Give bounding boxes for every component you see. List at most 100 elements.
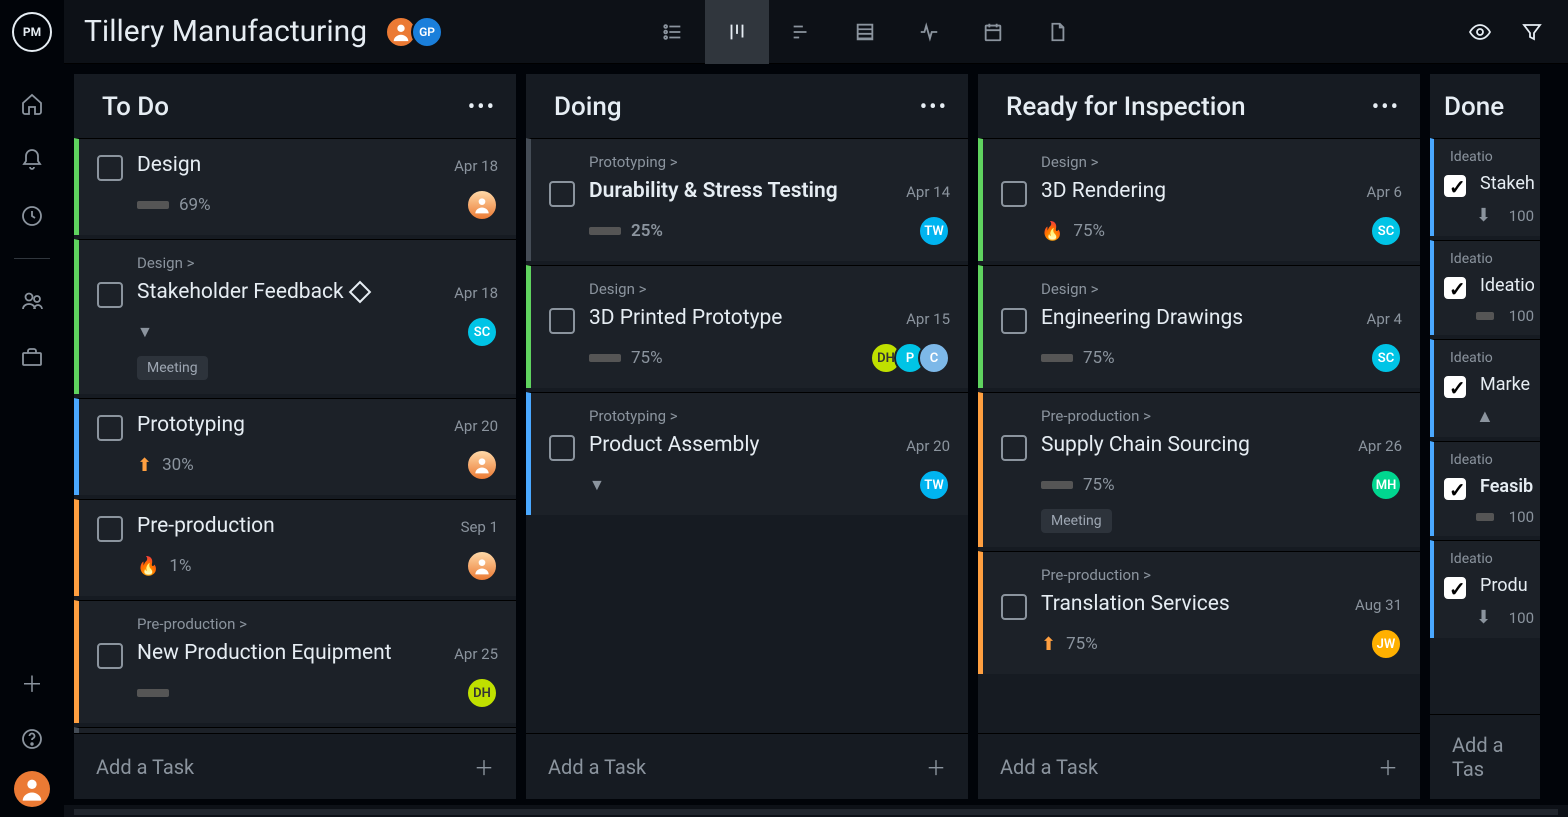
- task-parent: Pre-production >: [1001, 566, 1402, 584]
- activity-view-icon[interactable]: [897, 0, 961, 64]
- task-checkbox[interactable]: [1444, 277, 1466, 299]
- task-card[interactable]: Ideatio Marke ▲: [1430, 339, 1540, 437]
- project-members[interactable]: GP: [391, 16, 443, 48]
- task-card[interactable]: Pre-production > Translation Services Au…: [978, 551, 1420, 674]
- task-checkbox[interactable]: [97, 516, 123, 542]
- task-checkbox[interactable]: [97, 643, 123, 669]
- task-checkbox[interactable]: [1001, 308, 1027, 334]
- task-card[interactable]: Pre-production > Supply Chain Sourcing A…: [978, 392, 1420, 547]
- task-title: 3D Rendering: [1041, 179, 1353, 203]
- visibility-icon[interactable]: [1468, 20, 1492, 44]
- add-task-button[interactable]: Add a Task ＋: [978, 733, 1420, 799]
- task-checkbox[interactable]: [97, 415, 123, 441]
- task-card[interactable]: Pre-production Sep 1 🔥1%: [74, 499, 516, 596]
- assignee-avatar[interactable]: [466, 189, 498, 221]
- task-checkbox[interactable]: [97, 155, 123, 181]
- column-menu-icon[interactable]: •••: [1372, 95, 1400, 120]
- task-title: Prototyping: [137, 413, 440, 437]
- task-due-date: Sep 1: [461, 514, 498, 536]
- add-task-button[interactable]: Add a Task ＋: [74, 733, 516, 799]
- task-checkbox[interactable]: [1444, 478, 1466, 500]
- clock-icon[interactable]: [8, 192, 56, 240]
- assignee-avatar[interactable]: JW: [1370, 628, 1402, 660]
- task-card[interactable]: Design > 3D Printed Prototype Apr 15 75%…: [526, 265, 968, 388]
- task-checkbox[interactable]: [1444, 175, 1466, 197]
- task-card[interactable]: Pre-production > New Production Equipmen…: [74, 600, 516, 723]
- task-checkbox[interactable]: [549, 308, 575, 334]
- task-progress: 75%: [1066, 634, 1098, 654]
- column-todo: To Do ••• Design Apr 18 69%: [74, 74, 516, 799]
- task-checkbox[interactable]: [1001, 594, 1027, 620]
- assignee-avatar[interactable]: SC: [1370, 215, 1402, 247]
- assignee-avatar[interactable]: DH: [466, 677, 498, 709]
- assignee-avatar[interactable]: MH: [1370, 469, 1402, 501]
- files-view-icon[interactable]: [1025, 0, 1089, 64]
- task-card[interactable]: Design > 3D Rendering Apr 6 🔥75% SC: [978, 138, 1420, 261]
- task-card[interactable]: Design Apr 18 69%: [74, 138, 516, 235]
- task-card[interactable]: Design > Engineering Drawings Apr 4 75% …: [978, 265, 1420, 388]
- task-card[interactable]: Prototyping Apr 20 ⬆30%: [74, 398, 516, 495]
- task-parent: Design >: [549, 280, 950, 298]
- assignee-avatar[interactable]: TW: [918, 469, 950, 501]
- task-card[interactable]: Design > Stakeholder Feedback Apr 18 ▼ S…: [74, 239, 516, 394]
- column-title: To Do: [102, 92, 169, 122]
- task-card[interactable]: Prototyping > Product Assembly Apr 20 ▼ …: [526, 392, 968, 515]
- task-due-date: Apr 20: [906, 433, 950, 455]
- task-card[interactable]: Ideatio Produ ⬇100: [1430, 540, 1540, 638]
- calendar-view-icon[interactable]: [961, 0, 1025, 64]
- task-checkbox[interactable]: [1001, 435, 1027, 461]
- task-card[interactable]: Ideatio Ideatio 100: [1430, 240, 1540, 335]
- team-icon[interactable]: [8, 277, 56, 325]
- horizontal-scrollbar[interactable]: [74, 809, 1558, 815]
- filter-icon[interactable]: [1520, 20, 1544, 44]
- task-card[interactable]: Ideatio Feasib 100: [1430, 441, 1540, 536]
- task-checkbox[interactable]: [549, 435, 575, 461]
- board-view-icon[interactable]: [705, 0, 769, 64]
- help-icon[interactable]: [8, 715, 56, 763]
- assignee-avatar[interactable]: [466, 550, 498, 582]
- list-view-icon[interactable]: [641, 0, 705, 64]
- task-parent: Ideatio: [1444, 551, 1534, 567]
- assignee-avatar[interactable]: SC: [1370, 342, 1402, 374]
- current-user-avatar[interactable]: [14, 771, 50, 807]
- column-menu-icon[interactable]: •••: [468, 95, 496, 120]
- task-checkbox[interactable]: [1444, 577, 1466, 599]
- task-due-date: Aug 31: [1355, 592, 1402, 614]
- task-card[interactable]: Ideatio Stakeh ⬇100: [1430, 138, 1540, 236]
- assignee-avatar[interactable]: SC: [466, 316, 498, 348]
- task-title: Design: [137, 153, 440, 177]
- priority-down-icon: ⬇: [1476, 607, 1491, 628]
- column-menu-icon[interactable]: •••: [920, 95, 948, 120]
- assignee-avatar[interactable]: [466, 449, 498, 481]
- task-title: Engineering Drawings: [1041, 306, 1353, 330]
- briefcase-icon[interactable]: [8, 333, 56, 381]
- task-progress: 75%: [1073, 221, 1105, 241]
- task-tag: Meeting: [137, 356, 208, 380]
- gantt-view-icon[interactable]: [769, 0, 833, 64]
- task-checkbox[interactable]: [1001, 181, 1027, 207]
- assignee-avatar[interactable]: C: [918, 342, 950, 374]
- add-new-icon[interactable]: ＋: [8, 659, 56, 707]
- task-card[interactable]: Prototyping > Durability & Stress Testin…: [526, 138, 968, 261]
- app-logo[interactable]: PM: [12, 12, 52, 52]
- member-avatar-gp[interactable]: GP: [411, 16, 443, 48]
- task-checkbox[interactable]: [549, 181, 575, 207]
- bell-icon[interactable]: [8, 136, 56, 184]
- home-icon[interactable]: [8, 80, 56, 128]
- assignee-avatar[interactable]: TW: [918, 215, 950, 247]
- task-progress: 100: [1509, 207, 1534, 225]
- progress-bar-icon: [1041, 481, 1073, 489]
- sheet-view-icon[interactable]: [833, 0, 897, 64]
- task-progress: 75%: [1083, 348, 1115, 368]
- rail-divider: [14, 258, 50, 259]
- task-progress: 69%: [179, 195, 211, 215]
- add-task-button[interactable]: Add a Tas: [1430, 714, 1540, 799]
- task-due-date: Apr 18: [454, 153, 498, 175]
- task-checkbox[interactable]: [1444, 376, 1466, 398]
- task-title: Produ: [1480, 575, 1534, 596]
- column-doing: Doing ••• Prototyping > Durability & Str…: [526, 74, 968, 799]
- add-task-button[interactable]: Add a Task ＋: [526, 733, 968, 799]
- task-progress: 75%: [631, 348, 663, 368]
- task-parent: Prototyping >: [549, 407, 950, 425]
- task-checkbox[interactable]: [97, 282, 123, 308]
